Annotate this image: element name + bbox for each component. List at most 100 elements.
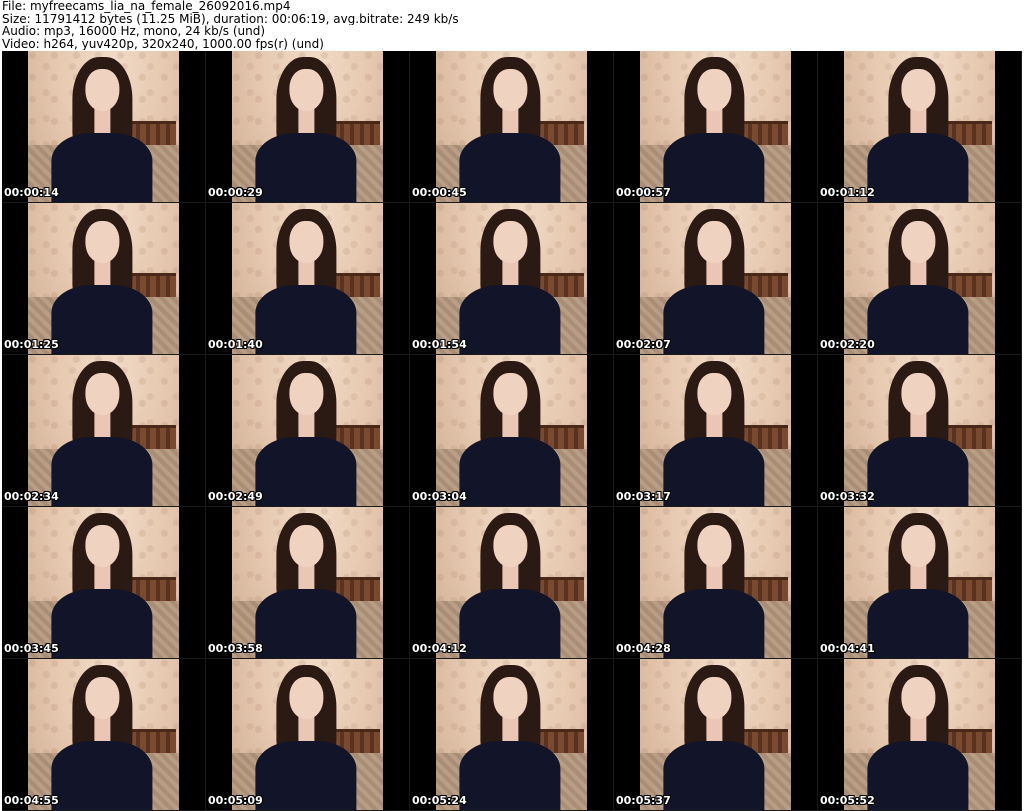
person-figure: [447, 355, 576, 506]
person-figure: [243, 51, 372, 202]
person-figure: [447, 507, 576, 658]
body-dress-shape: [459, 132, 561, 202]
neck-shape: [502, 260, 518, 288]
person-figure: [243, 507, 372, 658]
face-shape: [289, 221, 323, 264]
thumbnail-timestamp: 00:02:20: [820, 338, 875, 351]
thumbnail-timestamp: 00:05:37: [616, 794, 671, 807]
face-shape: [85, 69, 119, 112]
neck-shape: [706, 716, 722, 744]
video-thumbnail: 00:04:12: [410, 507, 614, 659]
body-dress-shape: [51, 740, 153, 810]
video-thumbnail: 00:02:49: [206, 355, 410, 507]
video-thumbnail: 00:04:55: [2, 659, 206, 811]
face-shape: [289, 373, 323, 416]
face-shape: [289, 677, 323, 720]
video-thumbnail: 00:00:45: [410, 51, 614, 203]
face-shape: [901, 69, 935, 112]
face-shape: [85, 221, 119, 264]
video-thumbnail: 00:02:20: [818, 203, 1022, 355]
body-dress-shape: [51, 436, 153, 506]
video-thumbnail: 00:03:17: [614, 355, 818, 507]
thumbnail-timestamp: 00:03:17: [616, 490, 671, 503]
video-thumbnail: 00:05:24: [410, 659, 614, 811]
face-shape: [85, 677, 119, 720]
body-dress-shape: [867, 284, 969, 354]
video-thumbnail: 00:05:37: [614, 659, 818, 811]
body-dress-shape: [51, 132, 153, 202]
file-size-line: Size: 11791412 bytes (11.25 MiB), durati…: [2, 12, 459, 25]
neck-shape: [94, 412, 110, 440]
thumbnail-timestamp: 00:00:45: [412, 186, 467, 199]
thumbnail-frame-image: [436, 355, 587, 506]
thumbnail-frame-image: [844, 659, 995, 810]
thumbnail-frame-image: [28, 659, 179, 810]
neck-shape: [910, 412, 926, 440]
body-dress-shape: [663, 132, 765, 202]
face-shape: [493, 677, 527, 720]
video-thumbnail: 00:03:04: [410, 355, 614, 507]
person-figure: [855, 203, 984, 354]
face-shape: [901, 221, 935, 264]
body-dress-shape: [663, 588, 765, 658]
person-figure: [39, 659, 168, 810]
person-figure: [243, 659, 372, 810]
person-figure: [855, 355, 984, 506]
thumbnail-frame-image: [640, 507, 791, 658]
body-dress-shape: [255, 740, 357, 810]
thumbnail-frame-image: [436, 659, 587, 810]
person-figure: [447, 51, 576, 202]
body-dress-shape: [255, 588, 357, 658]
neck-shape: [298, 260, 314, 288]
thumbnail-frame-image: [232, 507, 383, 658]
face-shape: [289, 69, 323, 112]
person-figure: [855, 507, 984, 658]
thumbnail-timestamp: 00:04:12: [412, 642, 467, 655]
audio-info-line: Audio: mp3, 16000 Hz, mono, 24 kb/s (und…: [2, 25, 266, 38]
face-shape: [85, 373, 119, 416]
thumbnail-timestamp: 00:04:55: [4, 794, 59, 807]
neck-shape: [94, 260, 110, 288]
video-thumbnail: 00:00:29: [206, 51, 410, 203]
neck-shape: [910, 260, 926, 288]
face-shape: [289, 525, 323, 568]
person-figure: [651, 659, 780, 810]
person-figure: [243, 203, 372, 354]
thumbnail-frame-image: [640, 659, 791, 810]
thumbnail-frame-image: [232, 203, 383, 354]
thumbnail-timestamp: 00:05:09: [208, 794, 263, 807]
face-shape: [493, 69, 527, 112]
person-figure: [39, 203, 168, 354]
thumbnail-frame-image: [844, 51, 995, 202]
video-thumbnail: 00:01:12: [818, 51, 1022, 203]
body-dress-shape: [255, 436, 357, 506]
thumbnail-timestamp: 00:05:24: [412, 794, 467, 807]
thumbnail-frame-image: [844, 355, 995, 506]
body-dress-shape: [867, 588, 969, 658]
person-figure: [243, 355, 372, 506]
body-dress-shape: [459, 284, 561, 354]
neck-shape: [706, 108, 722, 136]
video-thumbnail: 00:03:58: [206, 507, 410, 659]
video-thumbnail: 00:04:28: [614, 507, 818, 659]
thumbnail-timestamp: 00:00:14: [4, 186, 59, 199]
person-figure: [651, 51, 780, 202]
video-info-line: Video: h264, yuv420p, 320x240, 1000.00 f…: [2, 37, 324, 50]
thumbnail-frame-image: [436, 203, 587, 354]
neck-shape: [94, 108, 110, 136]
neck-shape: [502, 564, 518, 592]
neck-shape: [502, 716, 518, 744]
face-shape: [697, 373, 731, 416]
face-shape: [697, 677, 731, 720]
video-thumbnail: 00:01:40: [206, 203, 410, 355]
file-info-header: File: myfreecams_lia_na_female_26092016.…: [2, 0, 1022, 50]
video-thumbnail: 00:01:25: [2, 203, 206, 355]
body-dress-shape: [459, 740, 561, 810]
video-thumbnail: 00:01:54: [410, 203, 614, 355]
body-dress-shape: [51, 588, 153, 658]
neck-shape: [298, 716, 314, 744]
thumbnail-timestamp: 00:03:45: [4, 642, 59, 655]
body-dress-shape: [663, 436, 765, 506]
neck-shape: [298, 412, 314, 440]
person-figure: [39, 507, 168, 658]
